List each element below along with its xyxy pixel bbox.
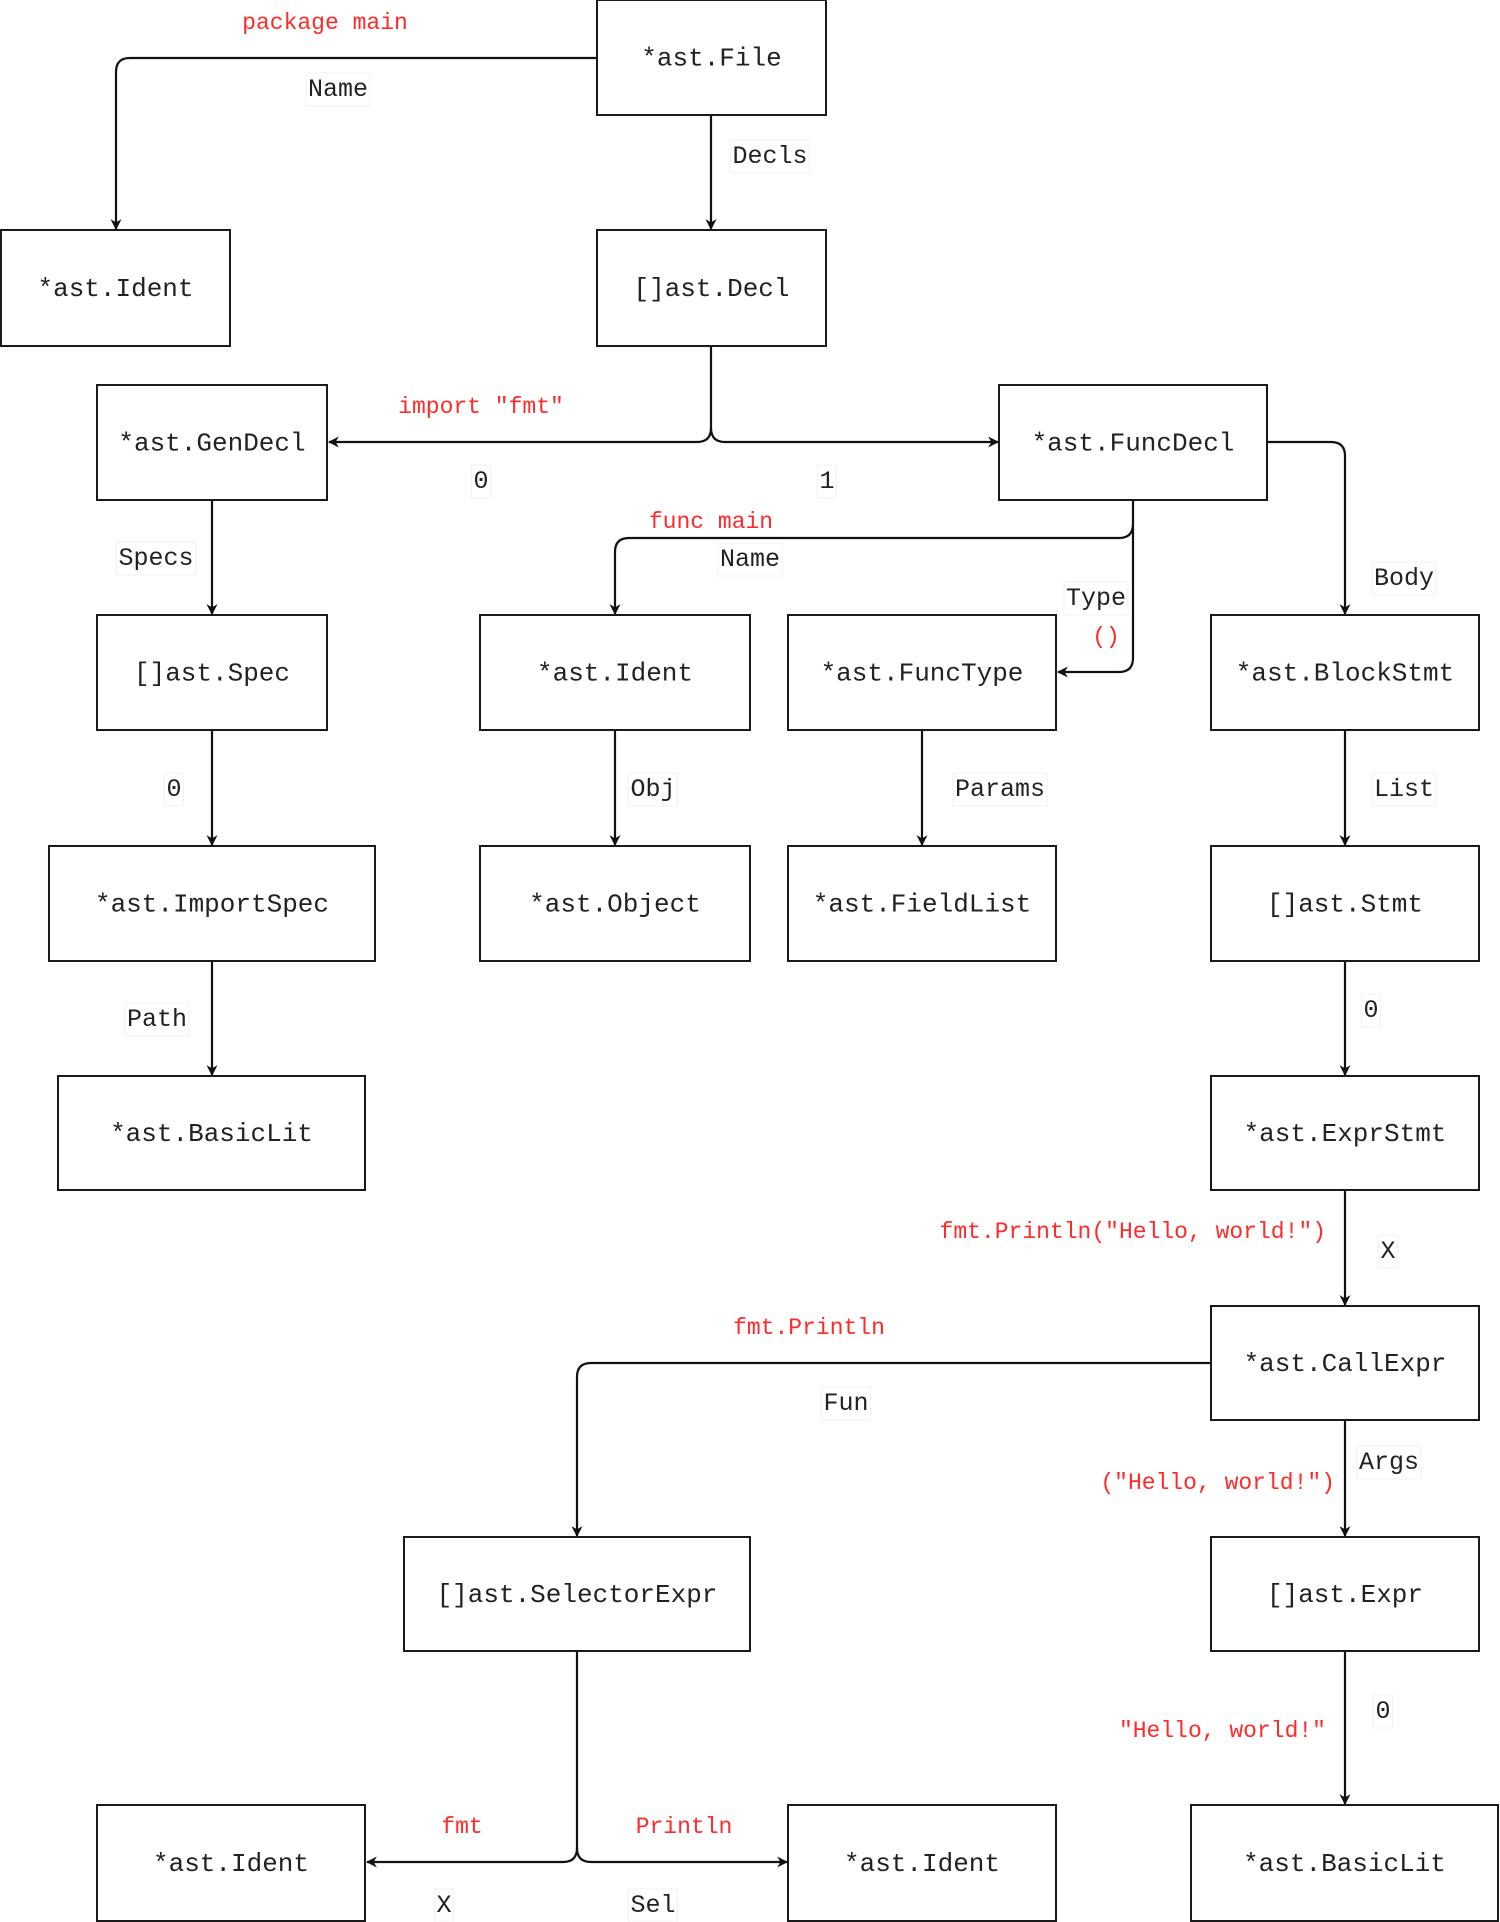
node-sel-x-ident: *ast.Ident <box>96 1804 366 1922</box>
edge-callexpr-to-selectorexpr <box>571 1361 1211 1538</box>
edge-field-label-text: 0 <box>1375 1697 1390 1726</box>
node-funcdecl: *ast.FuncDecl <box>998 384 1268 501</box>
node-functype: *ast.FuncType <box>787 614 1057 731</box>
edge-field-label-text: List <box>1374 775 1434 804</box>
edge-field-label: 0 <box>163 772 185 807</box>
edge-funcdecl-to-blockstmt <box>1267 440 1351 616</box>
edge-field-label-text: Name <box>308 75 368 104</box>
node-label: *ast.Ident <box>537 659 693 689</box>
node-label: *ast.FieldList <box>813 890 1031 920</box>
edge-field-label-text: 0 <box>1363 996 1378 1025</box>
node-sel-sel-ident: *ast.Ident <box>787 1804 1057 1922</box>
node-label: *ast.ImportSpec <box>95 890 329 920</box>
edge-field-label-text: Type <box>1066 584 1126 613</box>
code-annotation: func main <box>649 509 773 535</box>
node-label: []ast.SelectorExpr <box>437 1580 718 1610</box>
edge-field-label-text: X <box>436 1891 451 1920</box>
node-blockstmt: *ast.BlockStmt <box>1210 614 1480 731</box>
edge-field-label: List <box>1371 772 1437 807</box>
code-annotation: ("Hello, world!") <box>1100 1470 1335 1496</box>
code-annotation: fmt.Println <box>733 1315 885 1341</box>
node-label: []ast.Expr <box>1267 1580 1423 1610</box>
edge-field-label: Name <box>305 72 371 107</box>
edge-field-label-text: X <box>1380 1237 1395 1266</box>
edge-field-label-text: Path <box>127 1005 187 1034</box>
edge-field-label: Decls <box>729 139 811 174</box>
code-annotation: package main <box>242 10 408 36</box>
node-arg-basiclit: *ast.BasicLit <box>1190 1804 1499 1922</box>
node-importspec: *ast.ImportSpec <box>48 845 376 962</box>
node-selectorexpr: []ast.SelectorExpr <box>403 1536 751 1652</box>
edge-field-label: Sel <box>627 1888 679 1922</box>
node-label: *ast.File <box>641 44 781 74</box>
node-decls: []ast.Decl <box>596 229 827 347</box>
node-callexpr: *ast.CallExpr <box>1210 1305 1480 1421</box>
edge-field-label: Params <box>952 772 1048 807</box>
node-label: *ast.BasicLit <box>1243 1849 1446 1879</box>
node-label: *ast.Ident <box>153 1849 309 1879</box>
node-label: []ast.Stmt <box>1267 890 1423 920</box>
node-exprs: []ast.Expr <box>1210 1536 1480 1652</box>
node-label: *ast.Object <box>529 890 701 920</box>
node-import-basiclit: *ast.BasicLit <box>57 1075 366 1191</box>
node-label: *ast.Ident <box>37 274 193 304</box>
edge-field-label-text: 0 <box>166 775 181 804</box>
code-annotation: fmt.Println("Hello, world!") <box>940 1219 1326 1245</box>
edge-field-label: 0 <box>470 464 492 499</box>
edge-field-label: 0 <box>1372 1694 1394 1729</box>
edge-field-label: Obj <box>627 772 679 807</box>
node-label: []ast.Decl <box>633 274 789 304</box>
node-label: *ast.CallExpr <box>1244 1349 1447 1379</box>
edge-field-label-text: Body <box>1374 564 1434 593</box>
code-annotation: Println <box>636 1814 733 1840</box>
node-file: *ast.File <box>596 0 827 116</box>
edge-field-label: 0 <box>1360 993 1382 1028</box>
node-label: *ast.BlockStmt <box>1236 659 1454 689</box>
edge-decls-to-funcdecl <box>709 427 1000 448</box>
node-stmts: []ast.Stmt <box>1210 845 1480 962</box>
edge-field-label-text: Decls <box>732 142 807 171</box>
node-func-name-ident: *ast.Ident <box>479 614 751 731</box>
edge-field-label-text: Fun <box>823 1389 868 1418</box>
node-fieldlist: *ast.FieldList <box>787 845 1057 962</box>
code-annotation: () <box>1092 624 1120 650</box>
edge-field-label: Name <box>717 542 783 577</box>
edge-field-label: X <box>1377 1234 1399 1269</box>
edge-field-label: Path <box>124 1002 190 1037</box>
code-annotation: "Hello, world!" <box>1119 1718 1326 1744</box>
edge-field-label-text: 0 <box>473 467 488 496</box>
node-exprstmt: *ast.ExprStmt <box>1210 1075 1480 1191</box>
node-object: *ast.Object <box>479 845 751 962</box>
edge-field-label-text: Obj <box>630 775 675 804</box>
ast-diagram: Name package main Decls 0 import "fmt" 1 Specs… <box>0 0 1499 1922</box>
edge-field-label-text: Sel <box>630 1891 675 1920</box>
edge-field-label-text: 1 <box>819 467 834 496</box>
edge-field-label: 1 <box>816 464 838 499</box>
edge-field-label-text: Specs <box>118 544 193 573</box>
node-label: *ast.FuncType <box>821 659 1024 689</box>
edge-field-label: Args <box>1356 1445 1422 1480</box>
edge-field-label: X <box>433 1888 455 1922</box>
node-label: *ast.BasicLit <box>110 1119 313 1149</box>
edge-field-label-text: Args <box>1359 1448 1419 1477</box>
node-label: []ast.Spec <box>134 659 290 689</box>
edge-field-label: Type <box>1063 581 1129 616</box>
node-file-name-ident: *ast.Ident <box>0 229 231 347</box>
edge-field-label: Body <box>1371 561 1437 596</box>
edge-field-label: Specs <box>115 541 197 576</box>
node-specs: []ast.Spec <box>96 614 328 731</box>
edge-field-label: Fun <box>820 1386 872 1421</box>
edge-field-label-text: Params <box>955 775 1045 804</box>
node-label: *ast.ExprStmt <box>1244 1119 1447 1149</box>
edge-field-label-text: Name <box>720 545 780 574</box>
code-annotation: import "fmt" <box>398 394 564 420</box>
node-gendecl: *ast.GenDecl <box>96 384 328 501</box>
node-label: *ast.GenDecl <box>118 429 305 459</box>
code-annotation: fmt <box>441 1814 482 1840</box>
nodes-layer: *ast.File *ast.Ident []ast.Decl *ast.GenDec… <box>0 0 1499 1922</box>
edge-selectorexpr-to-sel-sel-ident <box>575 1847 789 1868</box>
node-label: *ast.Ident <box>844 1849 1000 1879</box>
node-label: *ast.FuncDecl <box>1032 429 1235 459</box>
